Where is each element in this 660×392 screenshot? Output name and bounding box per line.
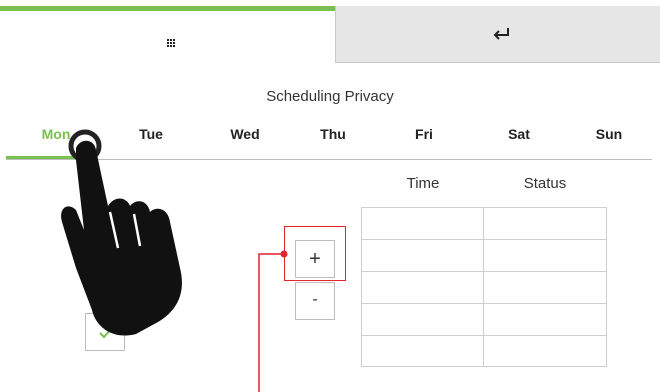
table-cell[interactable] (362, 272, 484, 304)
tab-back[interactable] (335, 6, 660, 63)
table-cell[interactable] (362, 336, 484, 366)
day-wed[interactable]: Wed (210, 126, 280, 142)
schedule-table (361, 207, 607, 367)
day-thu[interactable]: Thu (298, 126, 368, 142)
pointing-hand-icon (61, 129, 182, 336)
table-cell[interactable] (362, 240, 484, 272)
day-sun[interactable]: Sun (574, 126, 644, 142)
table-cell[interactable] (484, 240, 607, 272)
day-fri[interactable]: Fri (389, 126, 459, 142)
table-cell[interactable] (362, 208, 484, 240)
grid-icon (167, 39, 175, 47)
page-title: Scheduling Privacy (266, 88, 394, 105)
tab-grid[interactable] (0, 6, 335, 63)
table-cell[interactable] (362, 304, 484, 336)
top-tabbar (0, 0, 660, 63)
table-cell[interactable] (484, 272, 607, 304)
return-arrow-icon (493, 28, 509, 40)
column-status: Status (523, 175, 567, 192)
table-cell[interactable] (484, 336, 607, 366)
column-time: Time (406, 175, 440, 192)
table-cell[interactable] (484, 208, 607, 240)
remove-button[interactable]: - (295, 282, 335, 320)
table-cell[interactable] (484, 304, 607, 336)
add-button-highlight (284, 226, 346, 281)
day-sat[interactable]: Sat (484, 126, 554, 142)
